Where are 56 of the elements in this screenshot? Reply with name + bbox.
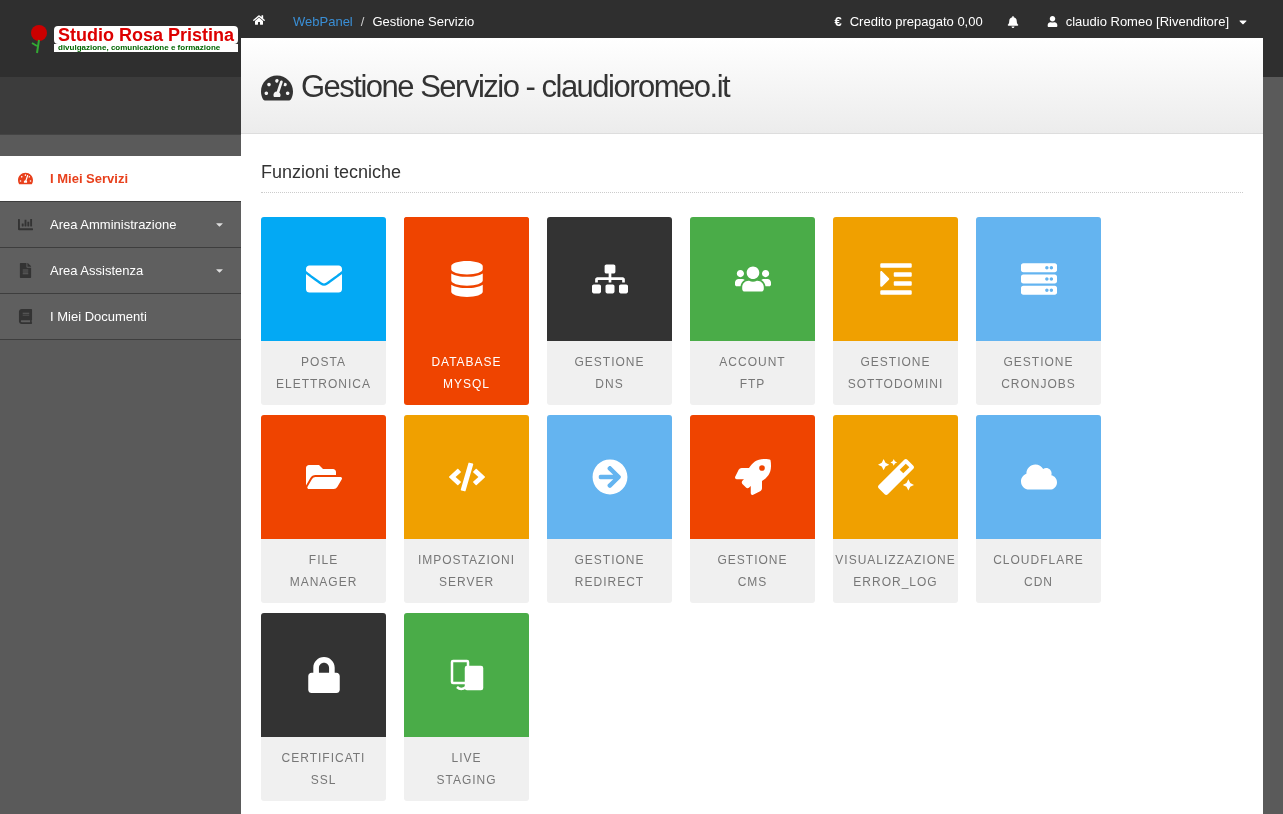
bell-icon[interactable] — [1006, 15, 1019, 28]
server-icon — [1020, 261, 1057, 297]
credit-label[interactable]: Credito prepagato 0,00 — [849, 12, 983, 32]
service-tile[interactable]: CERTIFICATI SSL — [261, 613, 386, 801]
user-icon — [1046, 16, 1058, 28]
breadcrumb-link[interactable]: WebPanel — [293, 12, 353, 32]
sidebar-item[interactable]: I Miei Documenti — [0, 294, 241, 340]
currency-symbol: € — [834, 13, 842, 31]
home-icon[interactable] — [253, 14, 265, 26]
tile-label: FILE MANAGER — [289, 552, 358, 591]
sidebar-item[interactable]: I Miei Servizi — [0, 156, 241, 202]
page-title: Gestione Servizio - claudioromeo.it — [301, 68, 730, 107]
bar-chart-icon — [18, 217, 33, 232]
service-tile[interactable]: VISUALIZZAZIONE ERROR_LOG — [833, 415, 958, 603]
rose-icon — [28, 23, 50, 54]
sidebar-item[interactable]: Area Assistenza — [0, 248, 241, 294]
magic-wand-icon — [877, 459, 914, 495]
service-tile[interactable]: CLOUDFLARE CDN — [976, 415, 1101, 603]
lock-icon — [305, 657, 342, 693]
service-tile[interactable]: GESTIONE CMS — [690, 415, 815, 603]
logo-tagline: divulgazione, comunicazione e formazione — [54, 43, 239, 52]
tile-label: POSTA ELETTRONICA — [276, 354, 371, 393]
dashboard-icon — [18, 171, 33, 186]
tile-label: GESTIONE CRONJOBS — [1001, 354, 1076, 393]
service-tile[interactable]: POSTA ELETTRONICA — [261, 217, 386, 405]
tile-label: CERTIFICATI SSL — [281, 750, 366, 789]
tile-label: CLOUDFLARE CDN — [993, 552, 1084, 591]
service-tile[interactable]: GESTIONE CRONJOBS — [976, 217, 1101, 405]
service-tile[interactable]: FILE MANAGER — [261, 415, 386, 603]
user-menu[interactable]: claudio Romeo [Rivenditore] — [1065, 12, 1229, 32]
tile-label: LIVE STAGING — [436, 750, 497, 789]
book-icon — [18, 309, 33, 324]
rocket-icon — [734, 459, 771, 495]
service-tile[interactable]: IMPOSTAZIONI SERVER — [404, 415, 529, 603]
document-icon — [18, 263, 33, 278]
tile-label: GESTIONE CMS — [717, 552, 788, 591]
service-tile[interactable]: ACCOUNT FTP — [690, 217, 815, 405]
tile-label: VISUALIZZAZIONE ERROR_LOG — [835, 552, 956, 591]
logo-title: Studio Rosa Pristina — [54, 25, 239, 44]
service-tile[interactable]: DATABASE MYSQL — [404, 217, 529, 405]
tile-label: DATABASE MYSQL — [431, 354, 502, 393]
database-icon — [448, 261, 485, 297]
tile-label: ACCOUNT FTP — [719, 354, 786, 393]
service-tile[interactable]: GESTIONE DNS — [547, 217, 672, 405]
tile-label: GESTIONE REDIRECT — [574, 552, 645, 591]
indent-icon — [877, 261, 914, 297]
tile-label: GESTIONE SOTTODOMINI — [847, 354, 944, 393]
breadcrumb-current: Gestione Servizio — [372, 13, 475, 31]
sidebar-item[interactable]: Area Amministrazione — [0, 202, 241, 248]
tile-label: GESTIONE DNS — [574, 354, 645, 393]
service-tile[interactable]: GESTIONE REDIRECT — [547, 415, 672, 603]
breadcrumb-separator: / — [360, 13, 365, 31]
section-title: Funzioni tecniche — [261, 159, 1243, 193]
service-tile[interactable]: LIVE STAGING — [404, 613, 529, 801]
service-tile[interactable]: GESTIONE SOTTODOMINI — [833, 217, 958, 405]
tile-label: IMPOSTAZIONI SERVER — [417, 552, 516, 591]
